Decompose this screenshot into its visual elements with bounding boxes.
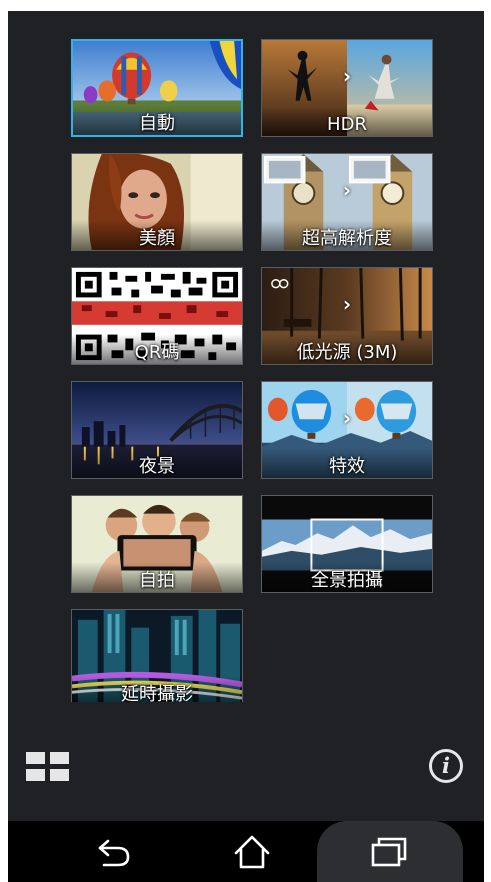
chevron-right-icon: › — [342, 406, 352, 431]
mode-label: 低光源 (3M) — [296, 342, 398, 363]
mode-label: QR碼 — [134, 342, 180, 363]
mode-tile-panorama[interactable]: 全景拍攝 — [261, 495, 433, 593]
back-button[interactable] — [78, 821, 148, 882]
mode-tile-night[interactable]: 夜景 — [71, 381, 243, 479]
mode-label: 美顏 — [139, 228, 175, 249]
home-icon — [234, 835, 270, 869]
grid-view-icon[interactable] — [26, 752, 70, 782]
mode-tile-effect[interactable]: › 特效 — [261, 381, 433, 479]
mode-label: 延時攝影 — [121, 684, 193, 702]
recent-apps-icon — [371, 837, 407, 867]
mode-tile-selfie[interactable]: 自拍 — [71, 495, 243, 593]
mode-tile-qr-code[interactable]: QR碼 — [71, 267, 243, 365]
mode-label: 自動 — [139, 113, 175, 134]
mode-tile-low-light[interactable]: › 低光源 (3M) — [261, 267, 433, 365]
back-icon — [98, 839, 130, 867]
mode-label: 全景拍攝 — [311, 570, 383, 591]
chevron-right-icon: › — [342, 178, 352, 203]
camera-mode-screen: 自動 › HDR 美顏 › 超高解析度 QR碼 › 低光源 (3M) 夜景 › … — [8, 11, 484, 882]
mode-tile-super-resolution[interactable]: › 超高解析度 — [261, 153, 433, 251]
recent-apps-button[interactable] — [317, 821, 463, 882]
chevron-right-icon: › — [342, 292, 352, 317]
navigation-bar — [8, 821, 484, 882]
chevron-right-icon: › — [342, 64, 352, 89]
mode-grid: 自動 › HDR 美顏 › 超高解析度 QR碼 › 低光源 (3M) 夜景 › … — [8, 11, 484, 702]
mode-label: 夜景 — [139, 456, 175, 477]
mode-label: 自拍 — [139, 570, 175, 591]
mode-tile-auto[interactable]: 自動 — [71, 39, 243, 137]
mode-label: 超高解析度 — [302, 228, 392, 249]
mode-label: HDR — [327, 114, 367, 135]
mode-tile-hdr[interactable]: › HDR — [261, 39, 433, 137]
mode-tile-beautification[interactable]: 美顏 — [71, 153, 243, 251]
home-button[interactable] — [217, 821, 287, 882]
mode-tile-time-lapse[interactable]: 延時攝影 — [71, 609, 243, 702]
info-icon[interactable]: i — [429, 749, 463, 783]
mode-label: 特效 — [329, 456, 365, 477]
